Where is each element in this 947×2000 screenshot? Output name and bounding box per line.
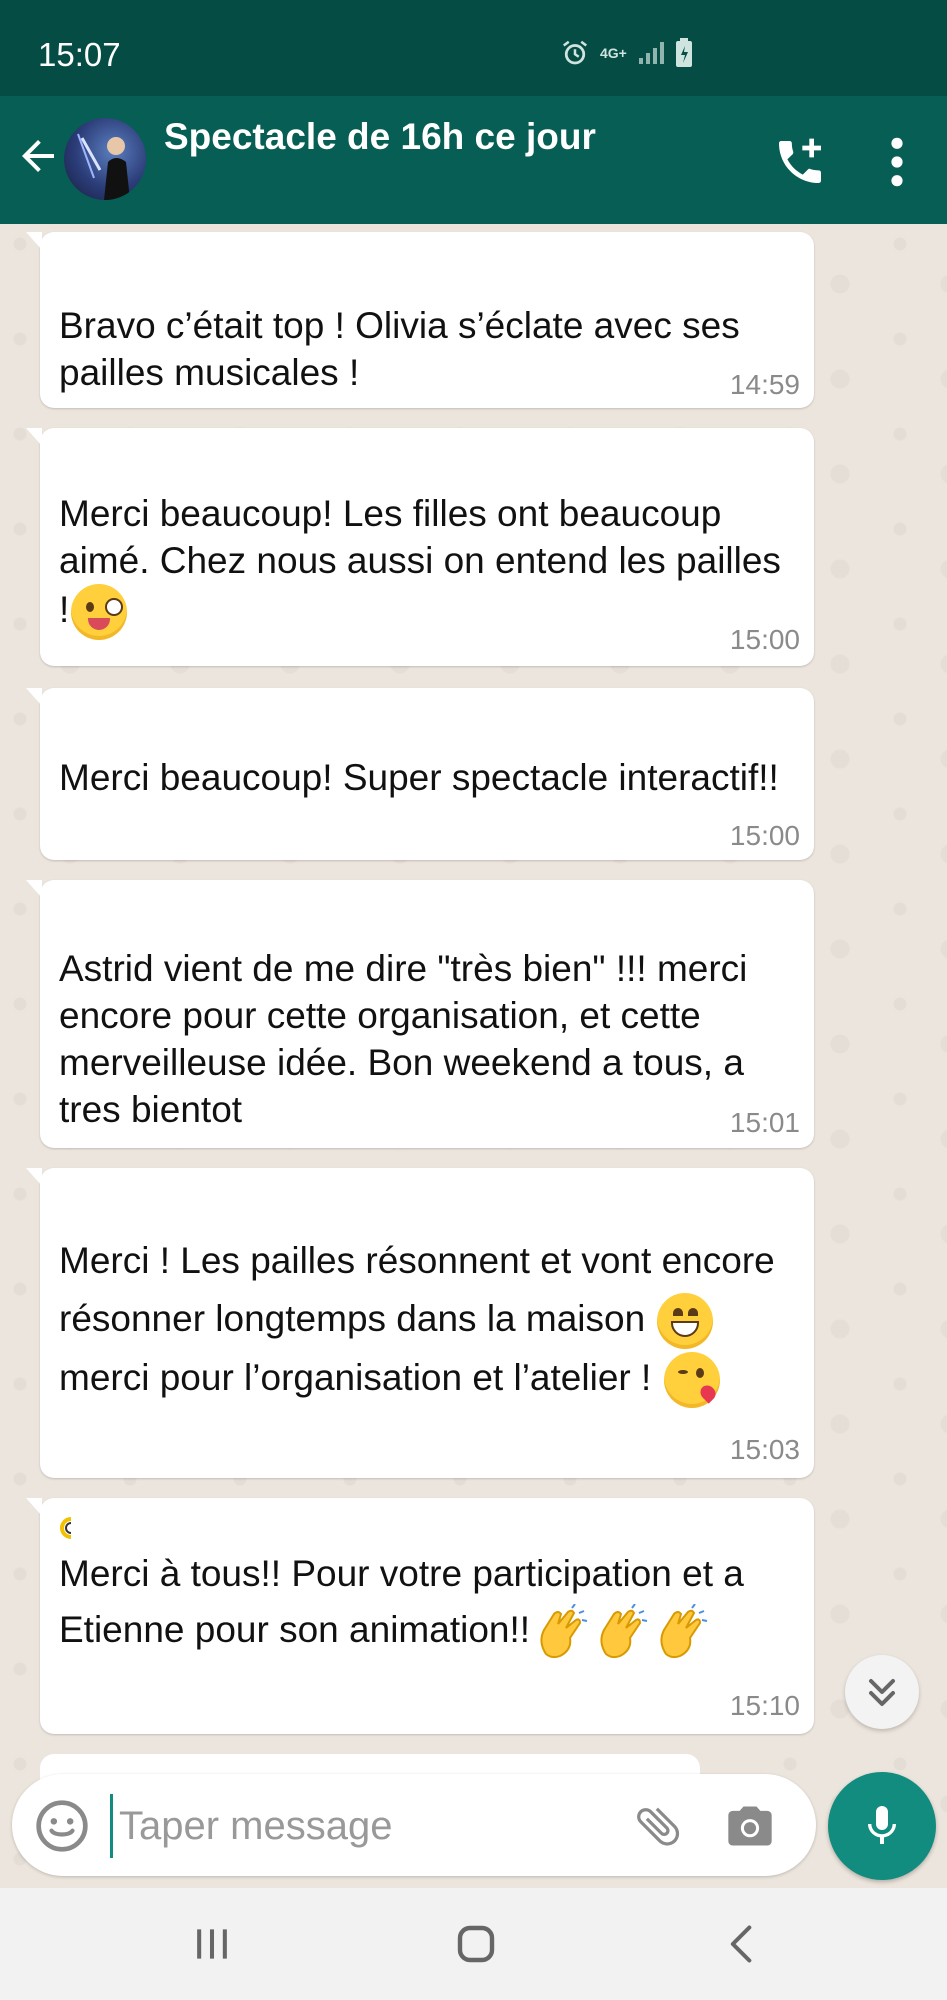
message-bubble[interactable]: Bravo c’était top ! Olivia s’éclate avec… [26, 232, 814, 408]
message-composer [12, 1774, 816, 1876]
message-text: Astrid vient de me dire "très bien" !!! … [59, 948, 748, 1130]
alarm-icon [563, 40, 587, 65]
sender-indicator-icon [60, 1517, 72, 1539]
message-text: Merci beaucoup! Super spectacle interact… [59, 757, 779, 798]
back-arrow-icon[interactable] [14, 132, 62, 180]
message-text: Merci ! Les pailles résonnent et vont en… [59, 1232, 794, 1409]
message-bubble[interactable]: Merci ! Les pailles résonnent et vont en… [26, 1168, 814, 1478]
message-time: 15:00 [729, 624, 800, 655]
mic-icon [868, 1806, 896, 1844]
back-icon[interactable] [720, 1920, 764, 1968]
grinning-face-icon [657, 1293, 714, 1350]
attach-icon[interactable] [632, 1800, 684, 1852]
message-bubble[interactable]: Merci beaucoup! Les filles ont beaucoup … [26, 428, 814, 666]
message-time: 15:03 [729, 1434, 800, 1465]
winking-face-with-tongue-icon [71, 584, 128, 640]
avatar[interactable] [64, 118, 146, 200]
system-nav-bar [0, 1888, 947, 2000]
message-text-part: Merci beaucoup! Les filles ont beaucoup … [59, 493, 781, 630]
status-time: 15:07 [38, 36, 121, 73]
add-call-icon[interactable] [772, 134, 828, 190]
double-chevron-down-icon [869, 1679, 895, 1706]
message-time: 15:01 [729, 1107, 800, 1138]
chat-area[interactable]: Bravo c’était top ! Olivia s’éclate avec… [0, 224, 947, 1888]
mic-button[interactable] [828, 1772, 936, 1880]
clapping-hands-icon [592, 1603, 648, 1660]
chat-title[interactable]: Spectacle de 16h ce jour [164, 116, 596, 158]
message-bubble[interactable]: Merci beaucoup! Super spectacle interact… [26, 688, 814, 860]
chat-header: Spectacle de 16h ce jour [0, 96, 947, 224]
message-text: Merci beaucoup! Les filles ont beaucoup … [59, 490, 794, 640]
message-input[interactable] [110, 1794, 621, 1858]
recent-apps-icon[interactable] [190, 1922, 234, 1966]
clapping-hands-icon [532, 1603, 588, 1660]
more-vert-icon[interactable] [880, 134, 914, 190]
scroll-to-bottom-button[interactable] [845, 1655, 919, 1729]
signal-icon [638, 42, 664, 64]
message-text-part: merci pour l’organisation et l’atelier ! [59, 1357, 652, 1399]
message-text: Merci à tous!! Pour votre participation … [59, 1546, 794, 1660]
network-4g-icon: 4G+ [600, 45, 627, 61]
message-time: 15:10 [729, 1690, 800, 1721]
message-bubble[interactable]: Merci à tous!! Pour votre participation … [26, 1498, 814, 1734]
status-icons: 4G+ [560, 38, 693, 68]
battery-icon [675, 38, 692, 67]
message-time: 14:59 [729, 369, 800, 400]
camera-icon[interactable] [724, 1800, 776, 1852]
message-time: 15:00 [729, 820, 800, 851]
clapping-hands-icon [652, 1603, 708, 1660]
home-icon[interactable] [452, 1920, 500, 1968]
face-blowing-kiss-icon [663, 1352, 720, 1409]
message-text: Bravo c’était top ! Olivia s’éclate avec… [59, 305, 740, 393]
status-bar: 15:07 4G+ [0, 0, 947, 96]
message-bubble[interactable]: Astrid vient de me dire "très bien" !!! … [26, 880, 814, 1148]
group-photo-icon [77, 133, 130, 200]
emoji-icon[interactable] [34, 1798, 90, 1854]
